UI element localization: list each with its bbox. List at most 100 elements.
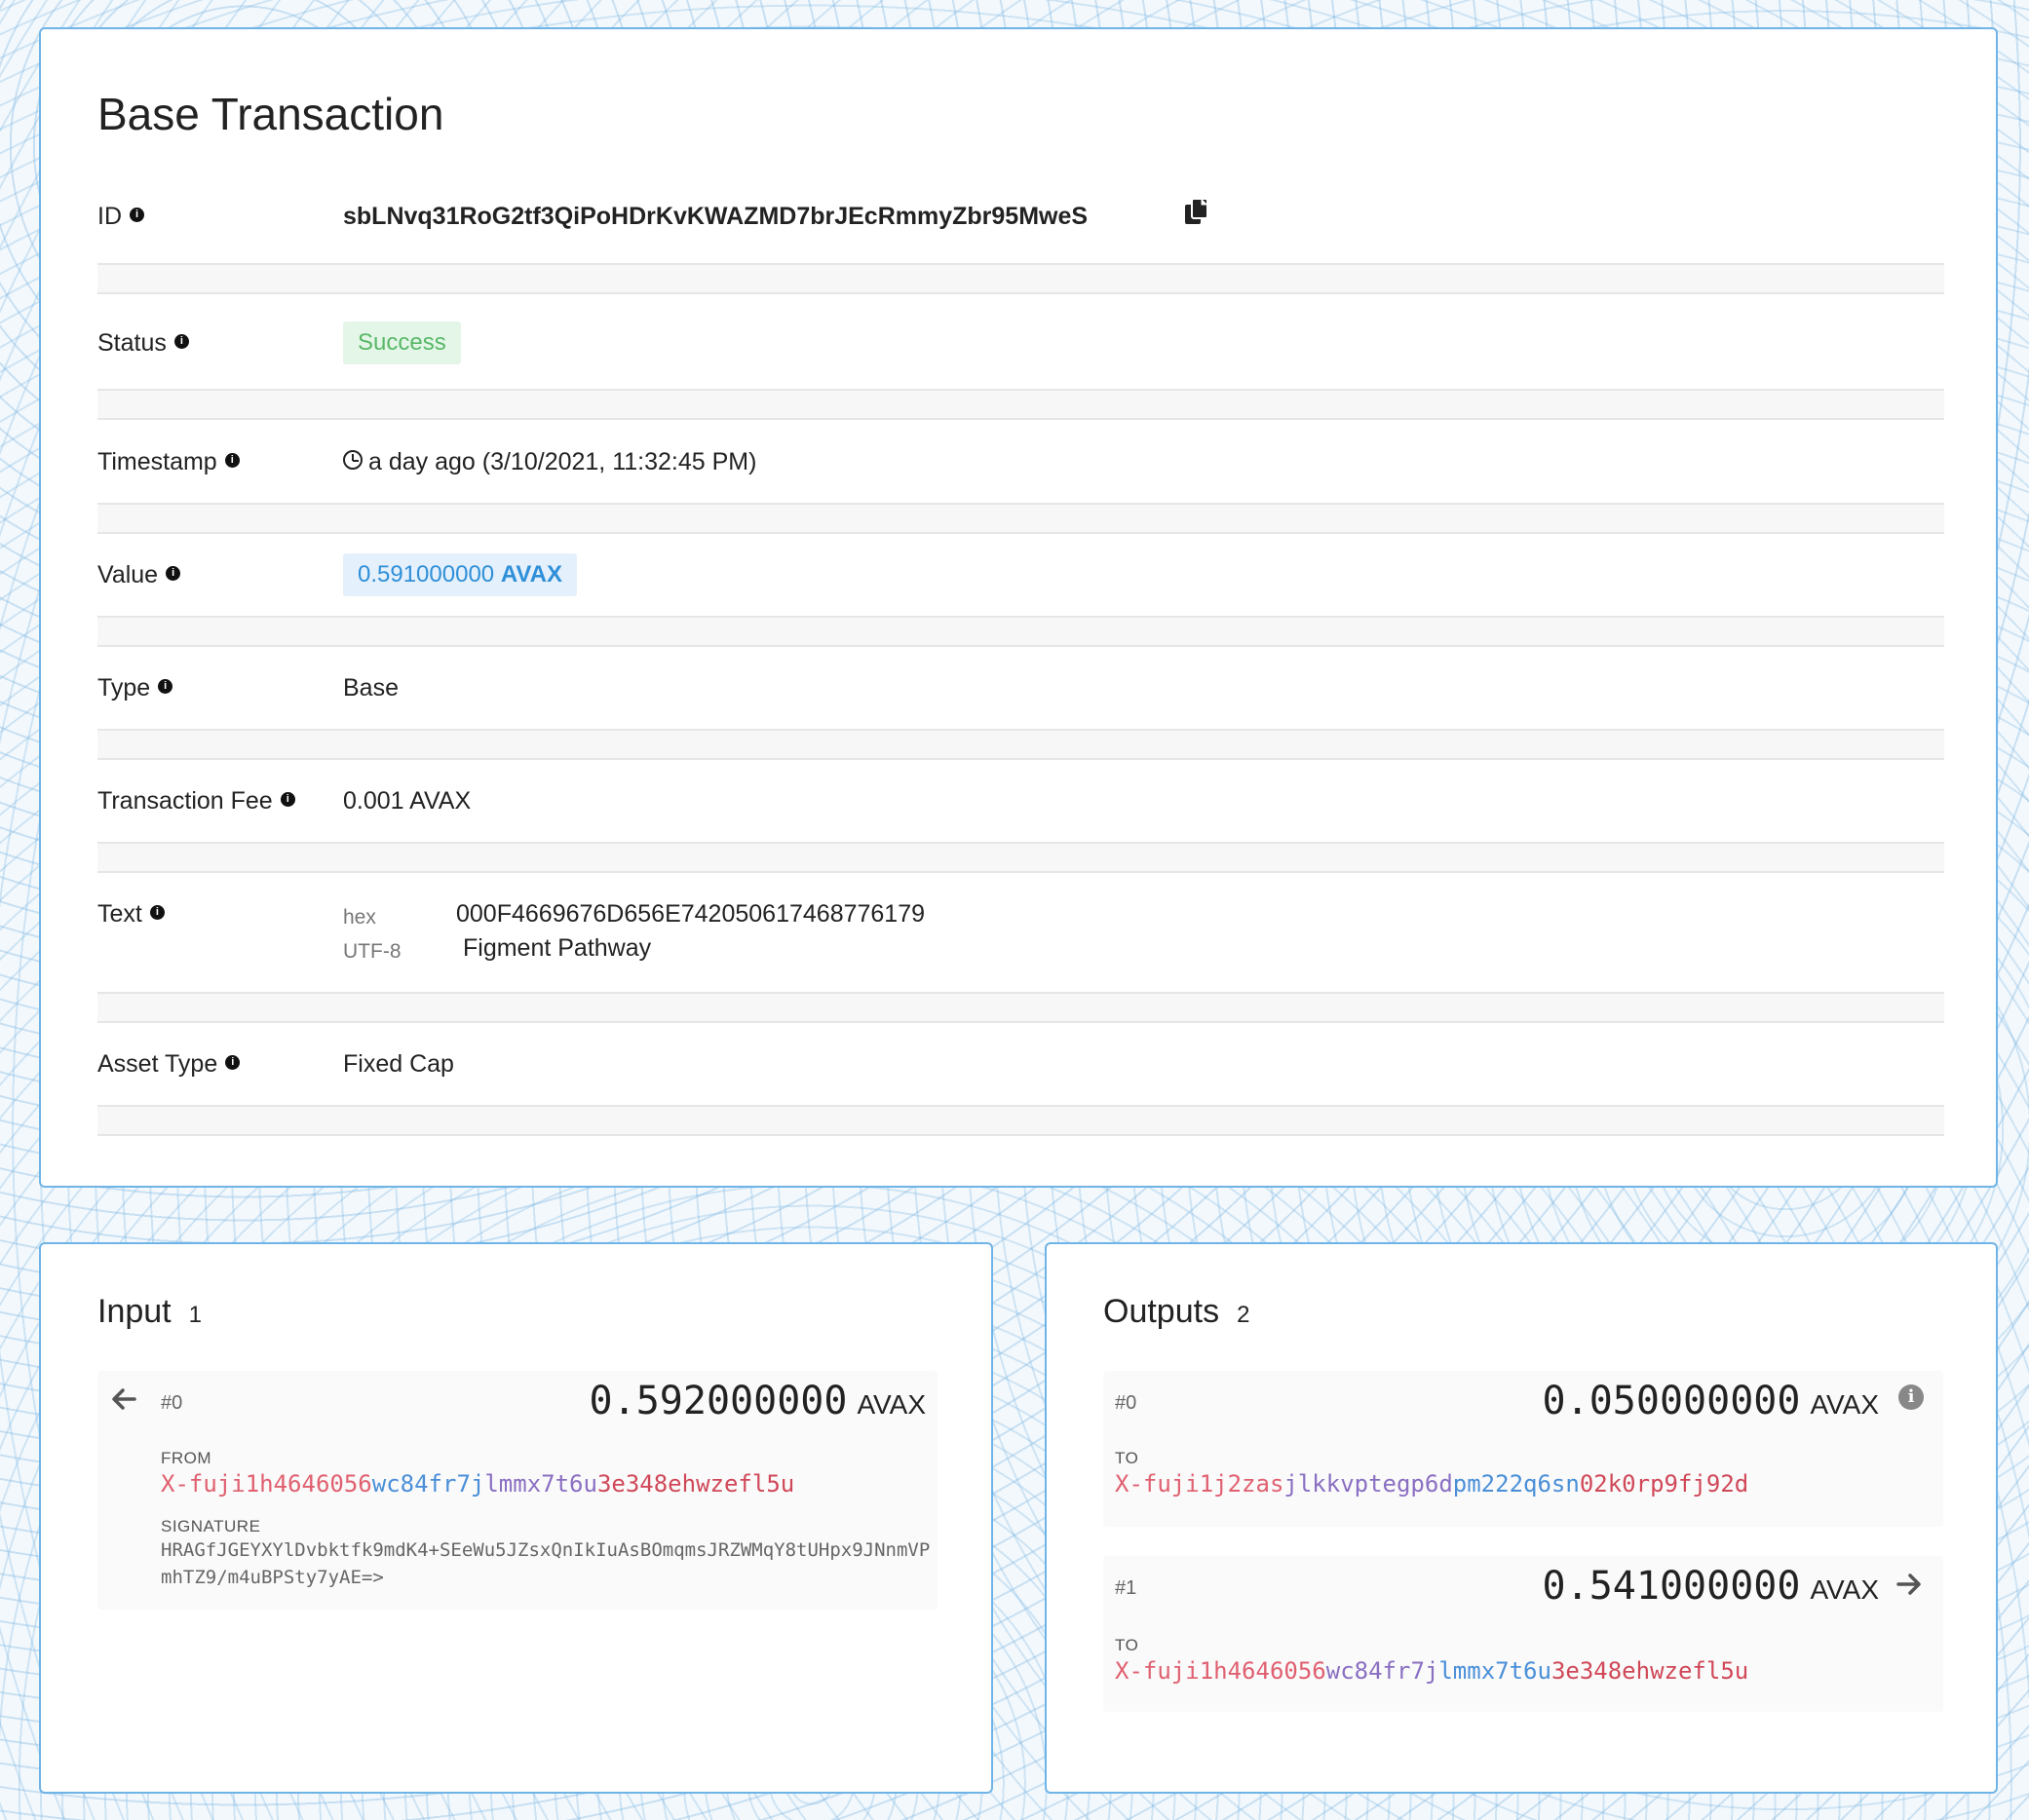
- timestamp-label-wrap: Timestamp i: [97, 448, 240, 476]
- copy-icon[interactable]: [1183, 197, 1210, 226]
- input-card: Input 1 #0 0.592000000 AVAX FROM X-fuji1h4…: [39, 1242, 993, 1794]
- input-count: 1: [188, 1302, 202, 1328]
- address-part: 3e348ehwzefl5u: [1550, 1657, 1749, 1685]
- address-part: wc84fr7j: [1325, 1657, 1439, 1685]
- timestamp-value: a day ago (3/10/2021, 11:32:45 PM): [368, 448, 757, 475]
- value-label: Value: [97, 561, 159, 588]
- output-item-0: #0 0.050000000 AVAX i TO X-fuji1j2zasjlkk…: [1103, 1371, 1943, 1527]
- row-separator: [97, 842, 1944, 873]
- type-value: Base: [343, 674, 399, 701]
- arrow-right-icon[interactable]: [1895, 1570, 1924, 1599]
- to-label: TO: [1115, 1449, 1139, 1467]
- status-value-wrap: Success: [343, 322, 461, 364]
- input-amount: 0.592000000: [589, 1379, 848, 1423]
- row-separator: [97, 263, 1944, 294]
- type-label: Type: [97, 674, 151, 701]
- type-label-wrap: Type i: [97, 674, 173, 702]
- fee-label: Transaction Fee: [97, 787, 273, 815]
- value-unit: AVAX: [500, 561, 562, 588]
- asset-type-label: Asset Type: [97, 1050, 218, 1078]
- outputs-title: Outputs: [1103, 1293, 1220, 1330]
- timestamp-value-wrap: a day ago (3/10/2021, 11:32:45 PM): [343, 448, 756, 476]
- text-hex-value: 000F4669676D656E742050617468776179: [456, 900, 926, 928]
- input-item: #0 0.592000000 AVAX FROM X-fuji1h4646056w…: [97, 1371, 938, 1610]
- input-amount-wrap: 0.592000000 AVAX: [590, 1379, 926, 1423]
- address-part: wc84fr7j: [371, 1470, 485, 1498]
- status-badge: Success: [343, 322, 461, 364]
- text-info-icon[interactable]: i: [149, 904, 165, 920]
- input-unit: AVAX: [857, 1389, 926, 1420]
- transaction-details-card: Base Transaction ID i sbLNvq31RoG2tf3QiPo…: [39, 27, 1998, 1188]
- output-to-address[interactable]: X-fuji1j2zasjlkkvptegp6dpm222q6sn02k0rp9…: [1115, 1470, 1748, 1498]
- output-amount: 0.050000000: [1542, 1379, 1801, 1423]
- address-part: lmmx7t6u: [1438, 1657, 1551, 1685]
- asset-type-label-wrap: Asset Type i: [97, 1050, 241, 1079]
- input-heading: Input 1: [97, 1293, 202, 1331]
- address-part: X-fuji1j2zas: [1115, 1470, 1284, 1498]
- status-info-icon[interactable]: i: [173, 333, 189, 349]
- value-label-wrap: Value i: [97, 561, 181, 589]
- output-unit: AVAX: [1810, 1389, 1879, 1420]
- fee-value: 0.001 AVAX: [343, 787, 472, 815]
- text-utf8-key: UTF-8: [343, 940, 402, 963]
- address-part: pm222q6sn: [1452, 1470, 1580, 1498]
- address-part: X-fuji1h4646056: [1115, 1657, 1326, 1685]
- text-hex-line: hex: [343, 902, 376, 930]
- id-label: ID: [97, 203, 122, 230]
- page-title: Base Transaction: [97, 89, 444, 139]
- output-item-1: #1 0.541000000 AVAX TO X-fuji1h4646056wc8…: [1103, 1556, 1943, 1712]
- clock-icon: [343, 450, 363, 471]
- outputs-card: Outputs 2 #0 0.050000000 AVAX i TO X-fuji1…: [1045, 1242, 1998, 1794]
- row-separator: [97, 729, 1944, 760]
- input-title: Input: [97, 1293, 172, 1330]
- output-amount-wrap: 0.541000000 AVAX: [1543, 1564, 1879, 1609]
- value-amount: 0.591000000: [358, 561, 495, 588]
- address-part: X-fuji1h4646056: [161, 1470, 372, 1498]
- address-part: jlkkvptegp6d: [1283, 1470, 1453, 1498]
- address-part: 3e348ehwzefl5u: [596, 1470, 795, 1498]
- status-label-wrap: Status i: [97, 329, 189, 358]
- fee-label-wrap: Transaction Fee i: [97, 787, 295, 815]
- value-wrap: 0.591000000 AVAX: [343, 553, 577, 596]
- transaction-id[interactable]: sbLNvq31RoG2tf3QiPoHDrKvKWAZMD7brJEcRmmy…: [343, 203, 1088, 231]
- row-separator: [97, 389, 1944, 420]
- input-from-address[interactable]: X-fuji1h4646056wc84fr7jlmmx7t6u3e348ehwz…: [161, 1470, 794, 1498]
- asset-type-value: Fixed Cap: [343, 1050, 454, 1078]
- row-separator: [97, 503, 1944, 534]
- status-label: Status: [97, 329, 167, 357]
- id-info-icon[interactable]: i: [130, 207, 144, 222]
- output-to-address[interactable]: X-fuji1h4646056wc84fr7jlmmx7t6u3e348ehwz…: [1115, 1657, 1748, 1685]
- id-label-wrap: ID i: [97, 203, 144, 231]
- output-unit: AVAX: [1810, 1574, 1879, 1605]
- info-icon[interactable]: i: [1898, 1384, 1924, 1410]
- output-index: #0: [1115, 1392, 1137, 1414]
- text-label-wrap: Text i: [97, 900, 165, 929]
- text-utf8-value: Figment Pathway: [463, 934, 652, 962]
- value-info-icon[interactable]: i: [166, 565, 181, 581]
- output-amount: 0.541000000: [1542, 1564, 1801, 1609]
- fee-info-icon[interactable]: i: [280, 791, 295, 807]
- from-label: FROM: [161, 1449, 212, 1467]
- output-index: #1: [1115, 1577, 1137, 1599]
- row-separator: [97, 1105, 1944, 1136]
- to-label: TO: [1115, 1636, 1139, 1654]
- asset-type-info-icon[interactable]: i: [225, 1054, 241, 1070]
- address-part: 02k0rp9fj92d: [1579, 1470, 1749, 1498]
- input-index: #0: [161, 1392, 183, 1414]
- text-utf8-line: UTF-8: [343, 936, 402, 965]
- text-label: Text: [97, 900, 142, 928]
- type-info-icon[interactable]: i: [158, 678, 173, 694]
- output-amount-wrap: 0.050000000 AVAX: [1543, 1379, 1879, 1423]
- signature-label: SIGNATURE: [161, 1517, 261, 1536]
- row-separator: [97, 616, 1944, 647]
- outputs-count: 2: [1237, 1302, 1250, 1328]
- row-separator: [97, 992, 1944, 1023]
- timestamp-label: Timestamp: [97, 448, 217, 475]
- value-badge: 0.591000000 AVAX: [343, 553, 577, 596]
- signature-value: HRAGfJGEYXYlDvbktfk9mdK4+SEeWu5JZsxQnIkI…: [161, 1539, 931, 1588]
- outputs-heading: Outputs 2: [1103, 1293, 1249, 1331]
- address-part: lmmx7t6u: [484, 1470, 597, 1498]
- text-hex-key: hex: [343, 906, 376, 929]
- arrow-left-icon[interactable]: [109, 1384, 138, 1414]
- timestamp-info-icon[interactable]: i: [224, 452, 240, 468]
